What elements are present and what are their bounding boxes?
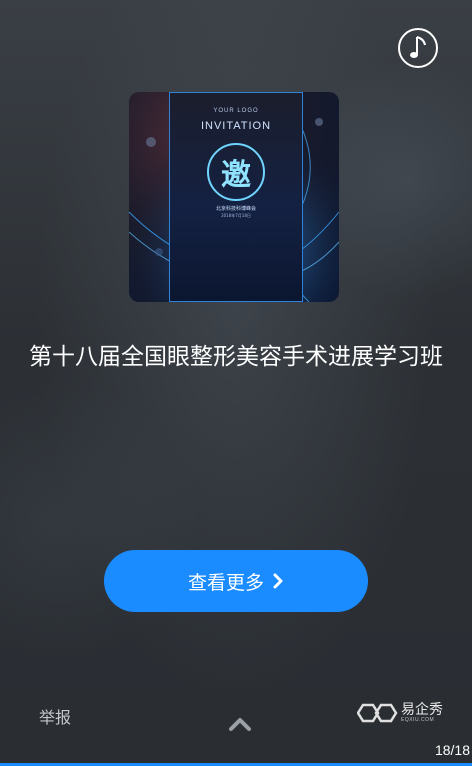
cover-logo-text: YOUR LOGO: [213, 108, 259, 114]
cover-title: INVITATION: [200, 120, 272, 132]
brand-name: 易企秀: [401, 702, 443, 718]
music-toggle-button[interactable]: [398, 28, 438, 68]
cover-organizer-text: 北京科技科博峰会: [215, 206, 256, 212]
view-more-button[interactable]: 查看更多: [104, 550, 368, 612]
brand-logo[interactable]: 易企秀 EQXIU.COM: [357, 702, 443, 724]
invitation-cover-image: YOUR LOGO INVITATION 邀 北京科技科博峰会 2018年7月1…: [129, 92, 339, 302]
view-more-label: 查看更多: [187, 571, 264, 594]
music-note-icon: [410, 36, 426, 58]
chevron-up-icon[interactable]: [228, 716, 252, 732]
page-title: 第十八届全国眼整形美容手术进展学习班: [29, 344, 443, 370]
page-indicator: 18/18: [434, 742, 470, 758]
chevron-right-icon: [273, 573, 283, 589]
cover-date-text: 2018年7月18日: [221, 213, 251, 218]
eqxiu-logo-icon: [357, 703, 398, 723]
invite-character-badge: 邀: [207, 143, 265, 201]
invitation-card: YOUR LOGO INVITATION 邀 北京科技科博峰会 2018年7月1…: [169, 92, 303, 302]
report-link[interactable]: 举报: [39, 704, 71, 728]
